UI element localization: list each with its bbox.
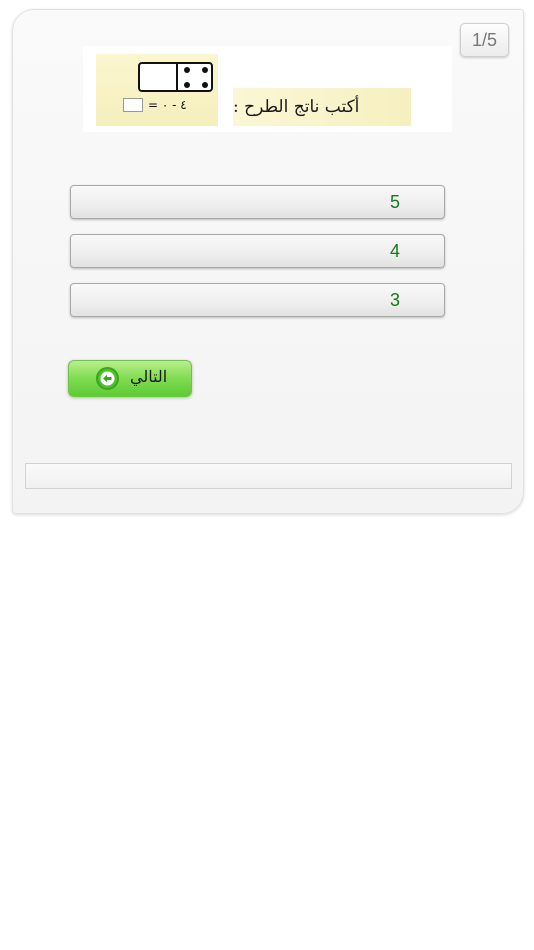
domino-dot [184, 67, 190, 73]
arrow-left-circle-icon [96, 367, 119, 390]
feedback-bar [25, 463, 512, 489]
domino-tile [138, 62, 213, 92]
answer-option-2[interactable]: 4 [70, 234, 445, 268]
answer-option-label: 4 [390, 241, 401, 261]
next-button-label: التالي [130, 367, 168, 386]
answer-blank [123, 98, 143, 112]
question-text: أكتب ناتج الطرح : [233, 97, 360, 117]
question-text-box: أكتب ناتج الطرح : [233, 88, 411, 126]
question-counter: 1/5 [460, 23, 509, 57]
answer-option-3[interactable]: 3 [70, 283, 445, 317]
domino-dot [202, 67, 208, 73]
answer-option-label: 3 [390, 290, 401, 310]
domino-dot [202, 82, 208, 88]
equation-text: ٤ - ٠ = [148, 98, 187, 112]
domino-divider [176, 64, 178, 90]
domino-dot [184, 82, 190, 88]
answer-option-1[interactable]: 5 [70, 185, 445, 219]
answer-option-label: 5 [390, 192, 401, 212]
equation: ٤ - ٠ = [123, 96, 209, 114]
